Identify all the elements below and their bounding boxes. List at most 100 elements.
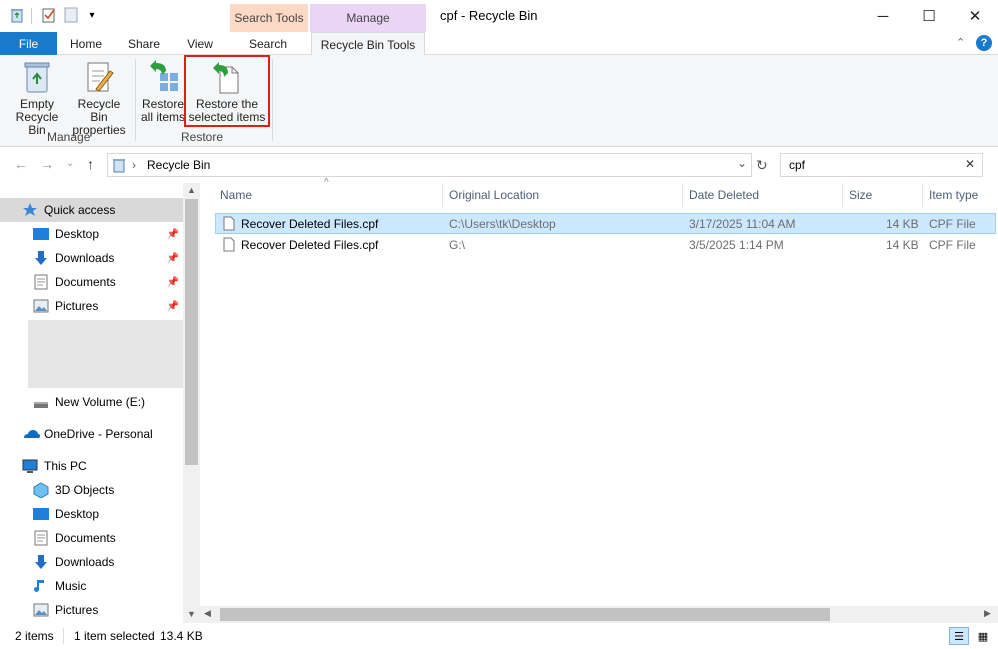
address-dropdown-icon[interactable]: ⌄ [737, 156, 747, 170]
music-note-icon [33, 578, 49, 594]
tab-search[interactable]: Search [232, 32, 304, 55]
scroll-left-icon[interactable]: ◀ [204, 608, 211, 619]
pin-icon[interactable]: 📌 [167, 229, 179, 240]
nav-pictures[interactable]: Pictures 📌 [0, 294, 183, 318]
nav-scrollbar[interactable]: ▲ ▼ [183, 183, 200, 623]
scroll-right-icon[interactable]: ▶ [984, 608, 991, 619]
nav-label: Quick access [44, 203, 116, 217]
minimize-button[interactable]: ─ [860, 0, 906, 32]
nav-label: Pictures [55, 603, 99, 617]
item-count: 2 items [15, 629, 54, 643]
column-header-date-deleted[interactable]: Date Deleted [689, 183, 839, 207]
nav-downloads[interactable]: Downloads 📌 [0, 246, 183, 270]
address-row: ← → ⌄ ↑ › Recycle Bin ⌄ ↻ cpf ✕ [0, 148, 998, 183]
breadcrumb-location[interactable]: Recycle Bin [147, 158, 210, 172]
group-divider [135, 59, 136, 141]
file-name: Recover Deleted Files.cpf [241, 238, 379, 252]
column-divider[interactable] [922, 183, 923, 207]
cube-icon [33, 482, 49, 499]
file-original-location: C:\Users\tk\Desktop [449, 217, 556, 231]
pin-icon[interactable]: 📌 [167, 277, 179, 288]
restore-all-items-button[interactable]: Restore all items [140, 59, 186, 124]
nav-this-pc[interactable]: This PC [0, 454, 183, 478]
tab-share[interactable]: Share [118, 32, 170, 55]
file-row[interactable]: Recover Deleted Files.cpf C:\Users\tk\De… [215, 213, 996, 234]
column-header-size[interactable]: Size [849, 183, 919, 207]
navigation-pane: Quick access Desktop 📌 Downloads 📌 Docum… [0, 183, 200, 623]
column-divider[interactable] [842, 183, 843, 207]
nav-label: Music [55, 579, 87, 593]
recent-locations-icon[interactable]: ⌄ [66, 158, 74, 169]
tab-view[interactable]: View [176, 32, 224, 55]
address-bar[interactable]: › Recycle Bin ⌄ [107, 153, 752, 177]
documents-icon [33, 274, 49, 290]
file-row[interactable]: Recover Deleted Files.cpf G:\ 3/5/2025 1… [215, 234, 996, 255]
large-icons-view-icon[interactable]: ▦ [973, 627, 993, 645]
refresh-icon[interactable]: ↻ [756, 157, 768, 174]
breadcrumb-chevron-icon[interactable]: › [132, 158, 136, 172]
nav-pc-documents[interactable]: Documents [0, 526, 183, 550]
clear-search-icon[interactable]: ✕ [965, 157, 975, 171]
horizontal-scrollbar[interactable]: ◀ ▶ [200, 606, 998, 623]
selected-count: 1 item selected [74, 629, 155, 643]
group-divider [272, 59, 273, 141]
recycle-bin-properties-button[interactable]: Recycle Bin properties [68, 59, 130, 137]
nav-label: Desktop [55, 227, 100, 241]
scroll-up-icon[interactable]: ▲ [187, 185, 196, 195]
column-header-original-location[interactable]: Original Location [449, 183, 681, 207]
nav-pc-downloads[interactable]: Downloads [0, 550, 183, 574]
selected-size: 13.4 KB [160, 629, 203, 643]
column-divider[interactable] [442, 183, 443, 207]
up-arrow-icon[interactable]: ↑ [87, 156, 94, 172]
column-divider[interactable] [682, 183, 683, 207]
tab-home[interactable]: Home [60, 32, 112, 55]
download-icon [33, 554, 49, 570]
blurred-region [28, 320, 183, 388]
new-folder-quick-icon[interactable] [62, 6, 80, 24]
nav-onedrive[interactable]: OneDrive - Personal [0, 422, 183, 446]
computer-icon [22, 458, 38, 474]
file-size: 14 KB [886, 217, 919, 231]
recycle-bin-app-icon [8, 6, 26, 24]
empty-recycle-bin-button[interactable]: Empty Recycle Bin [6, 59, 68, 137]
column-header-name[interactable]: Name [220, 183, 442, 207]
nav-music[interactable]: Music [0, 574, 183, 598]
pin-icon[interactable]: 📌 [167, 301, 179, 312]
tab-recycle-bin-tools[interactable]: Recycle Bin Tools [311, 32, 425, 56]
nav-quick-access[interactable]: Quick access [0, 198, 183, 222]
scroll-down-icon[interactable]: ▼ [187, 609, 196, 619]
file-type: CPF File [929, 238, 976, 252]
nav-new-volume[interactable]: New Volume (E:) [0, 390, 183, 414]
properties-label-1: Recycle Bin [77, 97, 121, 124]
nav-pc-desktop[interactable]: Desktop [0, 502, 183, 526]
back-arrow-icon[interactable]: ← [14, 156, 28, 172]
column-header-item-type[interactable]: Item type [929, 183, 994, 207]
close-icon: ✕ [968, 8, 982, 25]
scroll-thumb[interactable] [220, 608, 830, 621]
recycle-bin-small-icon [112, 157, 126, 176]
forward-arrow-icon[interactable]: → [40, 156, 54, 172]
minimize-icon: ─ [877, 7, 889, 25]
scroll-thumb[interactable] [185, 199, 198, 465]
restore-all-label-2: all items [140, 110, 185, 124]
search-input[interactable]: cpf ✕ [780, 153, 983, 177]
pin-icon[interactable]: 📌 [167, 253, 179, 264]
nav-documents[interactable]: Documents 📌 [0, 270, 183, 294]
maximize-button[interactable]: ☐ [906, 0, 952, 32]
ribbon-body: Empty Recycle Bin Recycle Bin properties… [0, 55, 998, 147]
properties-icon [82, 59, 116, 95]
nav-label: Documents [55, 531, 116, 545]
customize-quick-access-icon[interactable]: ▾ [83, 6, 101, 24]
tab-file[interactable]: File [0, 32, 57, 55]
file-icon [223, 216, 235, 234]
status-bar: 2 items 1 item selected 13.4 KB ☰ ▦ [0, 623, 998, 649]
nav-pc-pictures[interactable]: Pictures [0, 598, 183, 622]
nav-desktop[interactable]: Desktop 📌 [0, 222, 183, 246]
help-icon[interactable]: ? [976, 35, 992, 51]
restore-group-label: Restore [181, 130, 224, 144]
close-button[interactable]: ✕ [952, 0, 998, 32]
collapse-ribbon-icon[interactable]: ⌃ [956, 36, 965, 49]
properties-quick-icon[interactable] [40, 6, 58, 24]
details-view-icon[interactable]: ☰ [949, 627, 969, 645]
nav-3d-objects[interactable]: 3D Objects [0, 478, 183, 502]
